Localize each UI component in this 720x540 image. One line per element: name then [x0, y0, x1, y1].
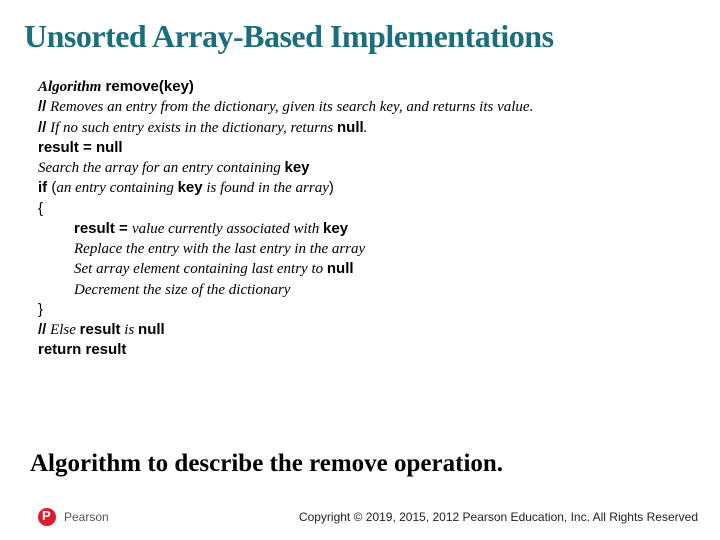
paren: ) — [329, 179, 334, 196]
algorithm-block: Algorithm remove(key) // Removes an entr… — [0, 55, 720, 361]
footer: Pearson Copyright © 2019, 2015, 2012 Pea… — [0, 502, 720, 526]
null-keyword: null — [327, 260, 354, 277]
key-keyword: key — [178, 179, 203, 196]
null-keyword: null — [337, 119, 364, 136]
step-text: Search the array for an entry containing — [38, 160, 285, 176]
algo-keyword: Algorithm — [38, 79, 101, 95]
caption: Algorithm to describe the remove operati… — [30, 450, 503, 478]
algo-line-init: result = null — [38, 138, 720, 158]
comment-text: If no such entry exists in the dictionar… — [46, 120, 337, 136]
brace-close: } — [38, 300, 720, 320]
algo-signature: Algorithm remove(key) — [38, 77, 720, 97]
publisher-logo: Pearson — [38, 508, 109, 526]
brand-name: Pearson — [64, 510, 109, 524]
step-text: value currently associated with — [132, 221, 323, 237]
algo-line-setnull: Set array element containing last entry … — [38, 259, 720, 279]
algo-name: remove(key) — [101, 78, 194, 95]
comment-text: . — [364, 120, 368, 136]
page-title: Unsorted Array-Based Implementations — [0, 0, 720, 55]
comment-text: is — [121, 322, 139, 338]
algo-line-return: return result — [38, 340, 720, 360]
comment-text: Else — [46, 322, 79, 338]
algo-comment-2: // If no such entry exists in the dictio… — [38, 118, 720, 138]
brace-open: { — [38, 199, 720, 219]
key-keyword: key — [285, 159, 310, 176]
algo-line-if: if (an entry containing key is found in … — [38, 178, 720, 198]
null-keyword: null — [138, 321, 165, 338]
algo-line-search: Search the array for an entry containing… — [38, 158, 720, 178]
step-text: Set array element containing last entry … — [74, 261, 327, 277]
cond-text: is found in the array — [203, 180, 329, 196]
code-text: result = null — [38, 139, 123, 156]
paren: ( — [47, 179, 56, 196]
algo-line-result: result = value currently associated with… — [38, 219, 720, 239]
key-keyword: key — [323, 220, 348, 237]
code-text: result = — [74, 220, 132, 237]
comment-text: Removes an entry from the dictionary, gi… — [46, 99, 533, 115]
copyright-text: Copyright © 2019, 2015, 2012 Pearson Edu… — [299, 510, 698, 524]
cond-text: an entry containing — [56, 180, 177, 196]
pearson-icon — [38, 508, 56, 526]
algo-comment-else: // Else result is null — [38, 320, 720, 340]
algo-line-decrement: Decrement the size of the dictionary — [38, 280, 720, 300]
slide: Unsorted Array-Based Implementations Alg… — [0, 0, 720, 540]
result-keyword: result — [80, 321, 121, 338]
algo-comment-1: // Removes an entry from the dictionary,… — [38, 97, 720, 117]
algo-line-replace: Replace the entry with the last entry in… — [38, 239, 720, 259]
if-keyword: if — [38, 179, 47, 196]
